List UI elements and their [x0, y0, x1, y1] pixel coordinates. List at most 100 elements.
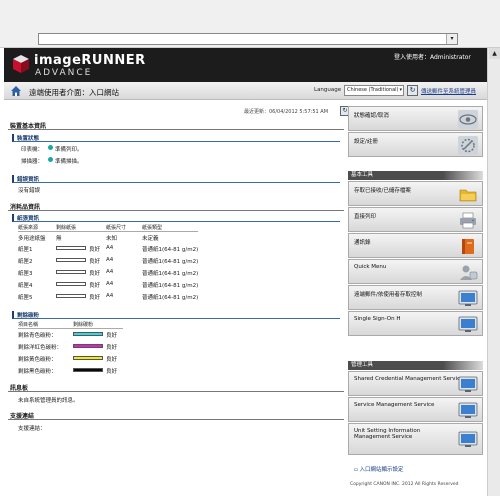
- paper-remaining: 良好: [89, 283, 101, 289]
- col-paper-remaining: 剩餘紙張: [56, 224, 106, 232]
- paper-size: A4: [106, 269, 114, 275]
- paper-level-bar: [56, 246, 86, 250]
- language-select-value: Chinese (Traditional): [347, 87, 399, 93]
- toner-heading: 剩餘碳粉: [12, 311, 340, 319]
- monitor-icon: [458, 402, 478, 418]
- canon-cube-icon: [13, 55, 29, 73]
- col-toner-remaining: 剩餘碳粉: [73, 321, 123, 329]
- logged-in-user: 登入使用者：Administrator: [394, 54, 471, 61]
- scanner-label: 掃描器：: [21, 159, 44, 165]
- toner-yellow-bar: [73, 356, 103, 360]
- remote-mail-access-button[interactable]: 遠端郵件/依使用者存取控制: [348, 285, 483, 310]
- monitor-icon: [458, 290, 478, 306]
- language-label: Language: [314, 87, 342, 93]
- vertical-scrollbar[interactable]: ▲: [487, 48, 500, 496]
- mail-admin-link[interactable]: 傳送郵件至系統管理員: [421, 87, 476, 95]
- paper-type: 普通紙1(64-81 g/m2): [142, 259, 199, 265]
- heading-fade: [443, 171, 483, 180]
- paper-type: 普通紙1(64-81 g/m2): [142, 295, 199, 301]
- heading-fade: [443, 361, 483, 370]
- eye-icon: [458, 110, 478, 129]
- quick-menu-button[interactable]: Quick Menu: [348, 259, 483, 284]
- paper-info-heading: 紙張資訊: [12, 214, 340, 222]
- toner-name: 剩餘青色碳粉：: [18, 333, 57, 339]
- language-select[interactable]: Chinese (Traditional) ▾: [344, 85, 404, 96]
- brand-name: imageRUNNER: [34, 53, 146, 68]
- paper-remaining: 無: [56, 236, 62, 242]
- error-info-heading: 錯誤資訊: [12, 175, 340, 183]
- support-link-text[interactable]: 支援連結：: [18, 424, 46, 432]
- paper-source: 紙匣5: [18, 295, 33, 301]
- paper-source: 紙匣4: [18, 283, 33, 289]
- brand-subname: ADVANCE: [35, 68, 93, 78]
- home-icon[interactable]: [10, 85, 22, 97]
- paper-size: A4: [106, 281, 114, 287]
- main-content: 最近更新：06/04/2012 5:57:51 AM ↻ 裝置基本資訊 裝置狀態…: [8, 100, 350, 480]
- printer-icon: [460, 212, 476, 229]
- toner-level: 良好: [106, 333, 118, 339]
- monitor-icon: [458, 376, 478, 392]
- device-info-heading: 裝置基本資訊: [8, 121, 344, 130]
- paper-size: A4: [106, 245, 114, 251]
- direct-print-button[interactable]: 直接列印: [348, 207, 483, 232]
- management-tools-label: 管理工具: [351, 362, 374, 368]
- paper-size: A4: [106, 257, 114, 263]
- last-updated: 最近更新：06/04/2012 5:57:51 AM: [244, 109, 329, 115]
- message-board-text: 未自系統管理員的訊息。: [18, 398, 79, 404]
- scanner-status: 準備掃描。: [55, 159, 83, 165]
- access-files-button[interactable]: 存取已接收/已儲存檔案: [348, 181, 483, 206]
- language-apply-button[interactable]: ↻: [407, 85, 418, 96]
- paper-remaining: 良好: [89, 295, 101, 301]
- scroll-up-icon[interactable]: ▲: [489, 48, 500, 59]
- address-book-icon: [462, 239, 474, 254]
- status-ok-icon: [48, 145, 53, 150]
- settings-registration-button[interactable]: 設定/註冊: [348, 132, 483, 157]
- device-status-heading: 裝置狀態: [12, 134, 340, 142]
- sidebar: 狀態確認/取消 設定/註冊 基本工具 存取已接收/已儲存檔案 直接列印 通訊錄 …: [348, 100, 487, 482]
- app-header: imageRUNNER ADVANCE 登入使用者：Administrator: [4, 48, 487, 82]
- single-sign-on-button[interactable]: Single Sign-On H: [348, 311, 483, 336]
- folder-icon: [459, 189, 477, 202]
- button-label: 直接列印: [354, 214, 377, 220]
- monitor-icon: [458, 431, 478, 447]
- col-paper-source: 紙張來源: [18, 224, 56, 232]
- paper-source: 紙匣1: [18, 247, 33, 253]
- status-ok-icon: [48, 157, 53, 162]
- paper-type: 普通紙1(64-81 g/m2): [142, 271, 199, 277]
- button-label: Shared Credential Management Service: [354, 376, 464, 382]
- toner-magenta-bar: [73, 344, 103, 348]
- paper-type: 未定義: [142, 236, 159, 242]
- toner-black-bar: [73, 368, 103, 372]
- button-label: 通訊錄: [354, 240, 371, 246]
- support-link-heading: 支援連結: [8, 411, 344, 420]
- paper-size: 未知: [106, 236, 118, 242]
- error-info-text: 沒有錯誤: [18, 188, 41, 194]
- shared-credential-service-button[interactable]: Shared Credential Management Service: [348, 371, 483, 396]
- paper-type: 普通紙1(64-81 g/m2): [142, 247, 199, 253]
- service-management-button[interactable]: Service Management Service: [348, 397, 483, 422]
- printer-label: 印表機：: [21, 147, 44, 153]
- button-label: 存取已接收/已儲存檔案: [354, 188, 411, 194]
- address-bar[interactable]: [38, 33, 458, 45]
- paper-type: 普通紙1(64-81 g/m2): [142, 283, 199, 289]
- button-label: 狀態確認/取消: [354, 113, 389, 119]
- status-cancel-button[interactable]: 狀態確認/取消: [348, 106, 483, 131]
- paper-level-bar: [56, 282, 86, 286]
- button-label: 遠端郵件/依使用者存取控制: [354, 292, 422, 298]
- unit-setting-management-button[interactable]: Unit Setting Information Management Serv…: [348, 423, 483, 455]
- address-book-button[interactable]: 通訊錄: [348, 233, 483, 258]
- paper-level-bar: [56, 270, 86, 274]
- button-label: Single Sign-On H: [354, 316, 401, 322]
- printer-status: 準備列印。: [55, 147, 83, 153]
- paper-source: 多用途紙盤: [18, 236, 46, 242]
- paper-size: A4: [106, 293, 114, 299]
- portal-display-settings-link[interactable]: ▫ 入口網站顯示設定: [354, 465, 404, 473]
- paper-source: 紙匣3: [18, 271, 33, 277]
- chevron-down-icon: ▾: [399, 87, 402, 93]
- page-title: 遠端使用者介面：入口網站: [29, 88, 119, 97]
- button-label: Unit Setting Information Management Serv…: [354, 428, 421, 440]
- quick-menu-icon: [460, 265, 478, 280]
- toner-name: 剩餘洋紅色碳粉：: [18, 345, 63, 351]
- address-dropdown-icon[interactable]: ▾: [446, 34, 457, 44]
- toner-cyan-bar: [73, 332, 103, 336]
